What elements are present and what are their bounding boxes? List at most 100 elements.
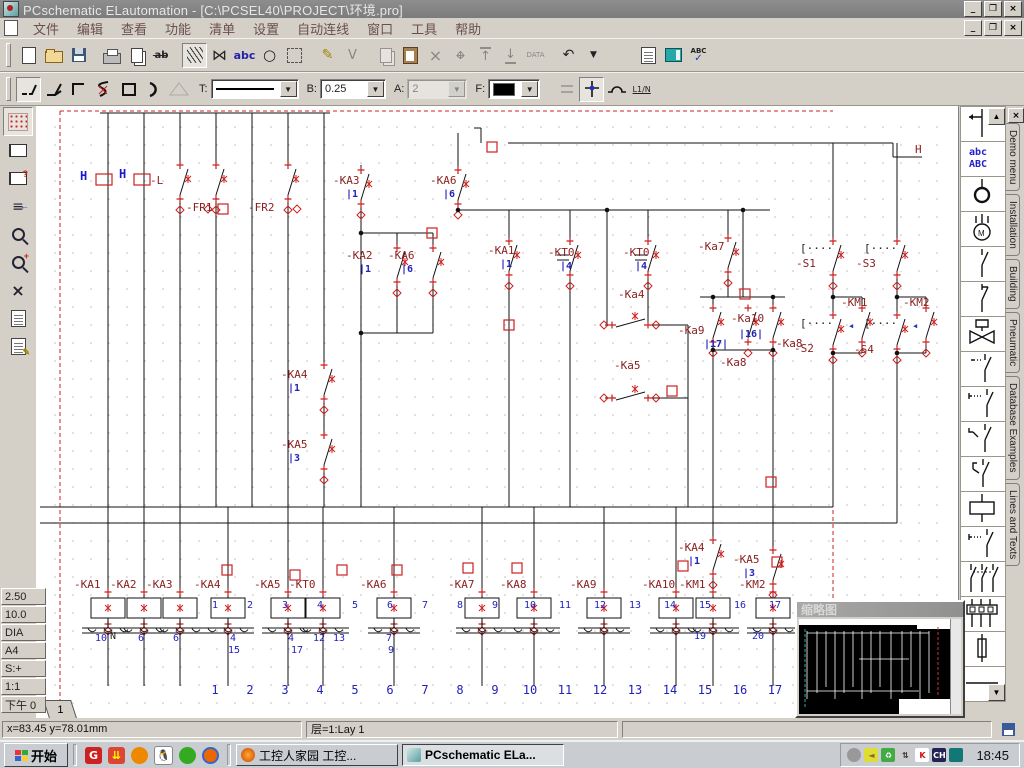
toolbar-grip[interactable] (6, 43, 11, 67)
menu-edit[interactable]: 编辑 (68, 17, 112, 40)
page-type-cell[interactable]: DIA (1, 624, 46, 641)
transfer-down-button[interactable]: ↓ (498, 43, 523, 68)
object-finder-button[interactable]: a̶b̶ (149, 43, 174, 68)
corner-tool-button[interactable] (66, 77, 91, 102)
undo-dropdown-button[interactable]: ▼ (581, 43, 606, 68)
palette-symbol-valve[interactable] (960, 317, 1006, 352)
scale-cell[interactable]: 1:1 (1, 678, 46, 695)
delete-button[interactable]: × (423, 43, 448, 68)
palette-scroll-up[interactable]: ▲ (988, 108, 1005, 125)
menu-settings[interactable]: 设置 (244, 17, 288, 40)
data-fields-button[interactable]: DATA (523, 43, 548, 68)
palette-close-button[interactable]: × (1008, 108, 1024, 123)
tray-antivirus-icon[interactable]: K (915, 748, 929, 762)
quick-launch-browser-g-icon[interactable]: G (85, 747, 102, 764)
tab-building[interactable]: Building (1006, 259, 1020, 309)
restore-button[interactable]: ❐ (984, 1, 1002, 17)
pencil-button[interactable]: ✎ (315, 43, 340, 68)
triangle-tool-button[interactable] (166, 77, 191, 102)
junction-button[interactable] (579, 77, 604, 102)
menu-lists[interactable]: 清单 (200, 17, 244, 40)
child-minimize-button[interactable]: _ (964, 20, 982, 36)
arc-tool-button[interactable] (141, 77, 166, 102)
grid-cell[interactable]: 10.0 (1, 606, 46, 623)
page-edit-button[interactable]: ✎ (4, 333, 32, 360)
child-close-button[interactable]: × (1004, 20, 1022, 36)
palette-symbol-three-pole[interactable] (960, 562, 1006, 597)
palette-symbol-overload[interactable] (960, 597, 1006, 632)
palette-symbol-lamp[interactable] (960, 177, 1006, 212)
polyline-tool-button[interactable] (16, 77, 41, 102)
paper-size-cell[interactable]: A4 (1, 642, 46, 659)
time-cell[interactable]: 下午 0 (1, 696, 46, 713)
rectangle-tool-button[interactable] (116, 77, 141, 102)
menu-tools[interactable]: 工具 (402, 17, 446, 40)
circles-button[interactable]: ○ (257, 43, 282, 68)
tray-input-method-icon[interactable]: CH (932, 748, 946, 762)
palette-symbol-contact-no[interactable] (960, 247, 1006, 282)
zoom-all-button[interactable]: × (4, 277, 32, 304)
color-combo[interactable]: ▼ (488, 79, 540, 99)
snap-cell[interactable]: 2.50 (1, 588, 46, 605)
tab-installation[interactable]: Installation (1006, 194, 1020, 256)
palette-symbol-contact-dot[interactable] (960, 352, 1006, 387)
print-button[interactable] (99, 43, 124, 68)
quick-launch-firefox-icon[interactable] (202, 747, 219, 764)
thumbnail-preview[interactable] (799, 619, 951, 714)
paste-button[interactable] (398, 43, 423, 68)
copy-button[interactable] (373, 43, 398, 68)
color-dropdown[interactable]: ▼ (521, 81, 538, 97)
tab-demo-menu[interactable]: Demo menu (1006, 123, 1020, 191)
palette-symbol-coil[interactable] (960, 492, 1006, 527)
task-button-pcschematic[interactable]: PCschematic ELa... (402, 744, 564, 766)
line-type-combo[interactable]: ▼ (211, 79, 299, 99)
net-label-button[interactable]: L1/N (629, 77, 654, 102)
palette-symbol-contact-nc[interactable] (960, 282, 1006, 317)
symbols-button[interactable]: ⋈ (207, 43, 232, 68)
thumbnail-title-bar[interactable]: 缩略图 (797, 602, 963, 617)
quick-launch-flashget-icon[interactable]: ⇊ (108, 747, 125, 764)
palette-symbol-fuse[interactable] (960, 632, 1006, 667)
zoom-page-button[interactable] (4, 221, 32, 248)
pointer-grid-button[interactable] (3, 107, 33, 136)
parallel-lines-button[interactable] (554, 77, 579, 102)
tab-lines-and-texts[interactable]: Lines and Texts (1006, 483, 1020, 566)
menu-file[interactable]: 文件 (24, 17, 68, 40)
angle-dropdown[interactable]: ▼ (448, 81, 465, 97)
start-button[interactable]: 开始 (4, 743, 68, 767)
menu-help[interactable]: 帮助 (446, 17, 490, 40)
menu-functions[interactable]: 功能 (156, 17, 200, 40)
curve-tool-button[interactable] (91, 77, 116, 102)
page-data-button[interactable] (4, 305, 32, 332)
tray-network-icon[interactable]: ⇅ (898, 748, 912, 762)
zoom-in-button[interactable]: + (4, 249, 32, 276)
menu-autorouting[interactable]: 自动连线 (288, 17, 358, 40)
database-button[interactable] (661, 43, 686, 68)
page-browse-button[interactable] (4, 137, 32, 164)
palette-symbol-contact-lever[interactable] (960, 422, 1006, 457)
menu-window[interactable]: 窗口 (358, 17, 402, 40)
v-tool-button[interactable]: V (340, 43, 365, 68)
tab-pneumatic[interactable]: Pneumatic (1006, 312, 1020, 373)
line-type-dropdown[interactable]: ▼ (280, 81, 297, 97)
tray-scheduler-icon[interactable]: ♻ (881, 748, 895, 762)
undo-button[interactable]: ↶ (556, 43, 581, 68)
angle-line-tool-button[interactable] (41, 77, 66, 102)
tray-mouse-icon[interactable] (847, 748, 861, 762)
palette-symbol-motor[interactable]: M (960, 212, 1006, 247)
page-tab-1[interactable]: 1 (43, 700, 77, 718)
object-list-button[interactable]: ≡← (4, 193, 32, 220)
save-button[interactable] (66, 43, 91, 68)
open-button[interactable] (41, 43, 66, 68)
quick-launch-qq-icon[interactable]: 🐧 (154, 746, 173, 765)
task-button-forum[interactable]: 工控人家园 工控... (236, 744, 398, 766)
menu-view[interactable]: 查看 (112, 17, 156, 40)
tray-volume-icon[interactable]: ◄ (864, 748, 878, 762)
minimize-button[interactable]: _ (964, 1, 982, 17)
transfer-up-button[interactable]: ↑ (473, 43, 498, 68)
quick-launch-bird-icon[interactable] (179, 747, 196, 764)
line-width-combo[interactable]: 0.25▼ (320, 79, 386, 99)
palette-scroll-down[interactable]: ▼ (988, 684, 1005, 701)
child-restore-button[interactable]: ❐ (984, 20, 1002, 36)
palette-symbol-contact-nc2[interactable] (960, 457, 1006, 492)
